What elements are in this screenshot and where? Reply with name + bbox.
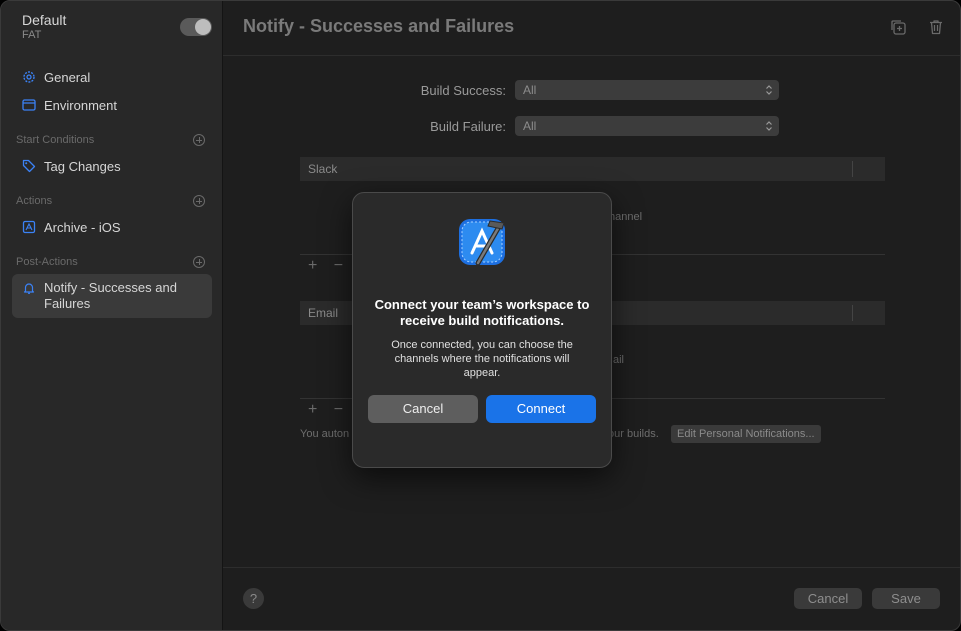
sidebar: Default FAT General Environment Start Co… [1, 1, 223, 630]
build-success-label: Build Success: [420, 83, 506, 98]
connect-workspace-dialog: Connect your team’s workspace to receive… [352, 192, 612, 468]
build-success-value: All [523, 83, 537, 97]
dialog-cancel-button[interactable]: Cancel [368, 395, 478, 423]
slack-header-label: Slack [308, 162, 338, 176]
sidebar-item-general[interactable]: General [12, 65, 212, 89]
cancel-button[interactable]: Cancel [794, 588, 862, 609]
slack-add-remove-buttons[interactable]: + − [308, 257, 349, 275]
email-hint: ail [613, 354, 625, 366]
section-post-actions: Post-Actions [16, 256, 78, 268]
toggle-knob [195, 19, 211, 35]
sidebar-item-environment[interactable]: Environment [12, 93, 212, 117]
workflow-enabled-toggle[interactable] [180, 18, 212, 36]
dialog-connect-button[interactable]: Connect [486, 395, 596, 423]
chevron-updown-icon [766, 85, 772, 95]
workflow-editor-window: Default FAT General Environment Start Co… [0, 0, 961, 631]
auto-notification-note-end: our builds. [608, 428, 659, 440]
header-column-divider [852, 161, 853, 177]
add-start-condition-button[interactable] [193, 134, 205, 146]
build-failure-select[interactable]: All [515, 116, 779, 136]
email-header-label: Email [308, 306, 339, 320]
sidebar-item-archive-ios[interactable]: Archive - iOS [12, 215, 212, 239]
header-divider [223, 55, 960, 56]
section-actions: Actions [16, 195, 53, 207]
dialog-title: Connect your team’s workspace to receive… [374, 297, 590, 328]
slack-panel-header: Slack [300, 157, 885, 181]
trash-icon[interactable] [927, 18, 945, 36]
tag-icon [21, 158, 37, 174]
save-button[interactable]: Save [872, 588, 940, 609]
dialog-message: Once connected, you can choose the chann… [391, 339, 573, 379]
section-start-conditions: Start Conditions [16, 134, 95, 146]
email-add-remove-buttons[interactable]: + − [308, 401, 349, 419]
footer-divider [223, 567, 960, 568]
sidebar-item-label: General [44, 69, 91, 85]
sidebar-item-label: Archive - iOS [44, 219, 121, 235]
bell-icon [21, 280, 37, 296]
build-failure-value: All [523, 119, 537, 133]
sidebar-item-tag-changes[interactable]: Tag Changes [12, 154, 212, 178]
sidebar-item-label: Notify - Successes and Failures [44, 280, 177, 311]
slack-hint: hannel [609, 211, 643, 223]
duplicate-icon[interactable] [889, 18, 907, 36]
add-action-button[interactable] [193, 195, 205, 207]
archive-icon [21, 219, 37, 235]
header-column-divider [852, 305, 853, 321]
auto-notification-note: You auton [300, 428, 350, 440]
window-icon [21, 97, 37, 113]
sidebar-item-label: Environment [44, 97, 117, 113]
sidebar-item-notify[interactable]: Notify - Successes and Failures [12, 274, 212, 318]
build-success-select[interactable]: All [515, 80, 779, 100]
sidebar-item-label: Tag Changes [44, 158, 121, 174]
add-post-action-button[interactable] [193, 256, 205, 268]
help-button[interactable]: ? [243, 588, 264, 609]
chevron-updown-icon [766, 121, 772, 131]
build-failure-label: Build Failure: [430, 119, 506, 134]
page-title: Notify - Successes and Failures [243, 16, 515, 36]
workflow-subtitle: FAT [22, 29, 42, 41]
xcode-icon [456, 213, 512, 269]
edit-personal-notifications-button[interactable]: Edit Personal Notifications... [671, 425, 821, 443]
workflow-name: Default [22, 12, 67, 28]
gear-icon [21, 69, 37, 85]
